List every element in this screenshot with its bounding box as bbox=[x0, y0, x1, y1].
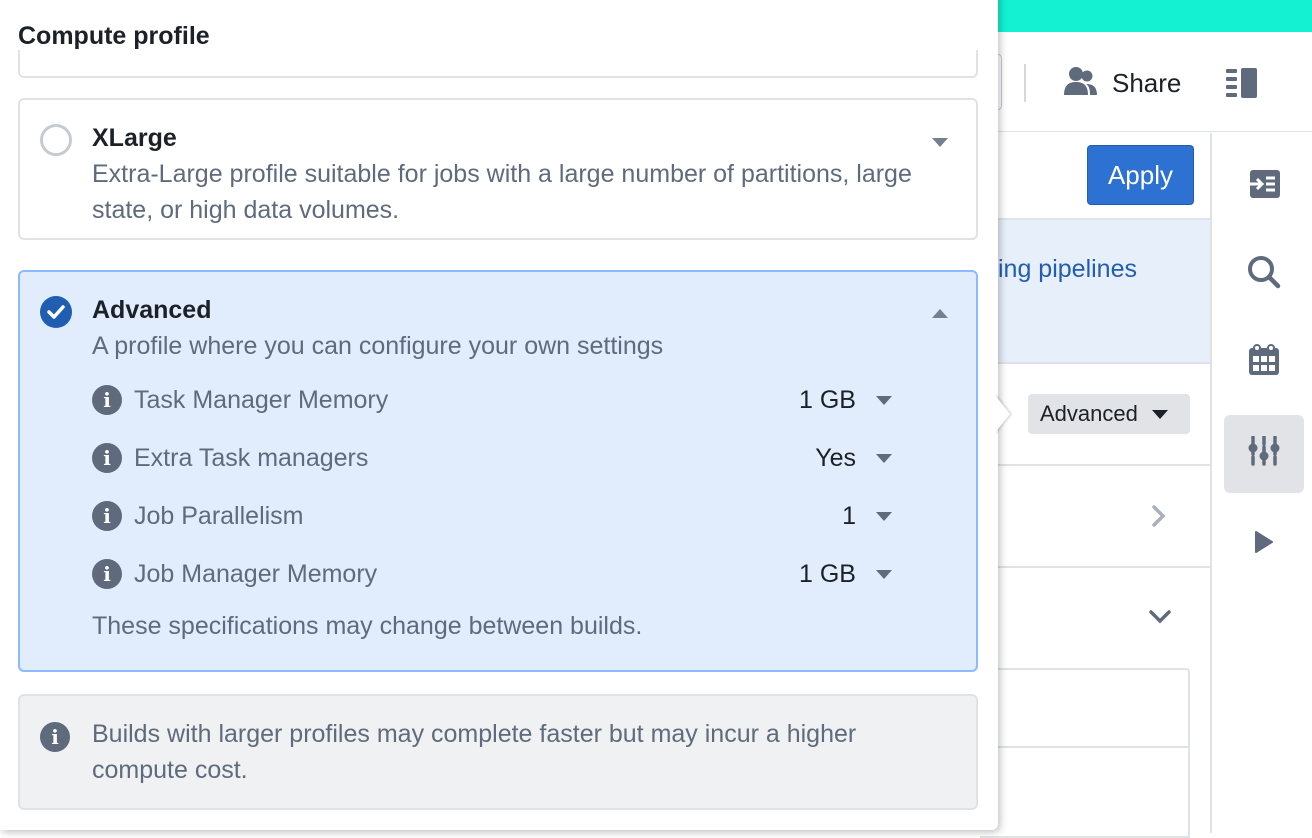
right-rail bbox=[1210, 133, 1312, 833]
check-icon bbox=[47, 305, 65, 319]
caret-down-icon bbox=[876, 453, 892, 463]
radio-unselected[interactable] bbox=[40, 124, 72, 156]
setting-select[interactable]: 1 GB bbox=[799, 386, 892, 415]
cost-callout: i Builds with larger profiles may comple… bbox=[18, 694, 978, 810]
divider bbox=[980, 566, 1210, 568]
caret-down-icon bbox=[1152, 409, 1168, 419]
previous-profile-card[interactable] bbox=[18, 50, 978, 78]
setting-value: Yes bbox=[815, 443, 856, 472]
info-icon[interactable]: i bbox=[92, 501, 122, 531]
popover-arrow bbox=[994, 394, 1010, 434]
radio-selected[interactable] bbox=[40, 296, 72, 328]
profile-card-xlarge[interactable]: XLarge Extra-Large profile suitable for … bbox=[18, 98, 978, 240]
profile-card-advanced[interactable]: Advanced A profile where you can configu… bbox=[18, 270, 978, 672]
setting-extra-task-managers: i Extra Task managers Yes bbox=[92, 438, 892, 478]
callout-text: Builds with larger profiles may complete… bbox=[92, 720, 857, 784]
info-icon[interactable]: i bbox=[92, 385, 122, 415]
setting-label: Task Manager Memory bbox=[134, 385, 389, 414]
rail-item-run[interactable] bbox=[1224, 505, 1304, 583]
specifications-note: These specifications may change between … bbox=[92, 612, 643, 640]
header-divider bbox=[1024, 64, 1026, 102]
divider bbox=[980, 464, 1210, 466]
setting-label: Extra Task managers bbox=[134, 443, 369, 472]
share-button[interactable]: Share bbox=[1064, 66, 1181, 101]
setting-select[interactable]: Yes bbox=[815, 444, 892, 473]
rail-item-search[interactable] bbox=[1224, 235, 1304, 313]
setting-value: 1 GB bbox=[799, 385, 856, 414]
profile-select-value: Advanced bbox=[1040, 401, 1138, 426]
setting-select[interactable]: 1 bbox=[842, 502, 892, 531]
people-icon bbox=[1064, 66, 1098, 101]
panel-layout-icon bbox=[1226, 68, 1258, 102]
compute-profile-popover: Compute profile XLarge Extra-Large profi… bbox=[0, 0, 998, 830]
profile-name: Advanced bbox=[92, 296, 212, 324]
chevron-down-icon[interactable] bbox=[1148, 608, 1172, 631]
info-icon[interactable]: i bbox=[92, 559, 122, 589]
popover-title: Compute profile bbox=[18, 22, 210, 50]
info-icon[interactable]: i bbox=[92, 443, 122, 473]
apply-button[interactable]: Apply bbox=[1087, 145, 1194, 205]
divider bbox=[980, 362, 1210, 364]
setting-select[interactable]: 1 GB bbox=[799, 560, 892, 589]
setting-label: Job Manager Memory bbox=[134, 559, 378, 588]
expand-caret-icon[interactable] bbox=[932, 138, 948, 147]
caret-down-icon bbox=[876, 569, 892, 579]
import-icon bbox=[1248, 169, 1280, 203]
setting-value: 1 GB bbox=[799, 559, 856, 588]
setting-label: Job Parallelism bbox=[134, 501, 304, 530]
setting-task-manager-memory: i Task Manager Memory 1 GB bbox=[92, 380, 892, 420]
caret-down-icon bbox=[876, 511, 892, 521]
rail-item-import[interactable] bbox=[1224, 147, 1304, 225]
pipelines-link[interactable]: ing pipelines bbox=[998, 255, 1137, 284]
info-banner bbox=[980, 220, 1210, 362]
sliders-icon bbox=[1248, 434, 1280, 473]
caret-down-icon bbox=[876, 395, 892, 405]
content-table bbox=[980, 668, 1190, 838]
table-row-divider bbox=[980, 746, 1188, 748]
compute-profile-select[interactable]: Advanced bbox=[1028, 394, 1190, 434]
setting-value: 1 bbox=[842, 501, 856, 530]
play-icon bbox=[1254, 530, 1274, 558]
setting-job-parallelism: i Job Parallelism 1 bbox=[92, 496, 892, 536]
setting-job-manager-memory: i Job Manager Memory 1 GB bbox=[92, 554, 892, 594]
profile-description: A profile where you can configure your o… bbox=[92, 332, 664, 360]
panel-toggle-button[interactable] bbox=[1226, 68, 1258, 103]
calendar-icon bbox=[1248, 343, 1280, 381]
profile-name: XLarge bbox=[92, 124, 177, 152]
search-icon bbox=[1247, 255, 1281, 294]
chevron-right-icon[interactable] bbox=[1150, 504, 1168, 533]
rail-item-settings[interactable] bbox=[1224, 415, 1304, 493]
profile-description: Extra-Large profile suitable for jobs wi… bbox=[92, 160, 912, 224]
collapse-caret-icon[interactable] bbox=[932, 309, 948, 318]
info-icon: i bbox=[40, 722, 70, 752]
share-label: Share bbox=[1112, 68, 1182, 98]
rail-item-calendar[interactable] bbox=[1224, 323, 1304, 401]
